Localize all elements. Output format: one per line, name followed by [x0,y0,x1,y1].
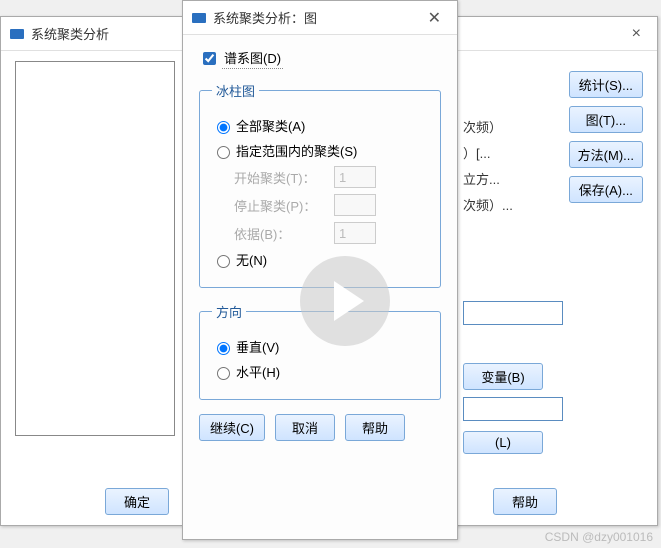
app-icon [9,26,25,42]
dialog-title: 系统聚类分析：图 [213,8,420,27]
method-button[interactable]: 方法(M)... [569,141,643,168]
play-overlay-icon[interactable] [300,256,390,346]
plot-button[interactable]: 图(T)... [569,106,643,133]
icicle-none-radio[interactable] [217,255,230,268]
icicle-legend: 冰柱图 [212,81,259,100]
dialog-titlebar: 系统聚类分析：图 ✕ [183,1,457,35]
stats-button[interactable]: 统计(S)... [569,71,643,98]
variable-list[interactable] [15,61,175,436]
stop-label: 停止聚类(P)： [234,196,334,215]
field-box-1[interactable] [463,301,563,325]
icicle-range-radio[interactable] [217,146,230,159]
list-item: ）[... [463,143,490,162]
play-triangle-icon [334,281,364,321]
horizontal-radio[interactable] [217,367,230,380]
main-bottom-buttons: 确定 [105,488,169,515]
label-button[interactable]: (L) [463,431,543,454]
dialog-icon [191,10,207,26]
icicle-none-label: 无(N) [236,250,267,269]
stop-cluster-row: 停止聚类(P)： [234,194,428,216]
icicle-range-row[interactable]: 指定范围内的聚类(S) [212,141,428,160]
dialog-button-row: 继续(C) 取消 帮助 [199,414,441,441]
icicle-all-label: 全部聚类(A) [236,116,305,135]
icicle-all-radio[interactable] [217,121,230,134]
orientation-vertical-row[interactable]: 垂直(V) [212,337,428,356]
list-item: 立方... [463,169,500,188]
start-input [334,166,376,188]
icicle-fieldset: 冰柱图 全部聚类(A) 指定范围内的聚类(S) 开始聚类(T)： 停止聚类(P)… [199,81,441,288]
right-button-column: 统计(S)... 图(T)... 方法(M)... 保存(A)... [569,71,643,203]
icicle-range-label: 指定范围内的聚类(S) [236,141,357,160]
dialog-body: 谱系图(D) 冰柱图 全部聚类(A) 指定范围内的聚类(S) 开始聚类(T)： … [183,35,457,453]
vertical-radio[interactable] [217,342,230,355]
stop-input [334,194,376,216]
orientation-legend: 方向 [212,302,246,321]
start-label: 开始聚类(T)： [234,168,334,187]
by-label: 依据(B)： [234,224,334,243]
icicle-all-row[interactable]: 全部聚类(A) [212,116,428,135]
dendrogram-label: 谱系图(D) [222,47,283,69]
list-item: 次频）... [463,195,513,214]
orientation-horizontal-row[interactable]: 水平(H) [212,362,428,381]
main-help-button[interactable]: 帮助 [493,488,557,515]
dialog-help-button[interactable]: 帮助 [345,414,405,441]
dendrogram-checkbox[interactable] [203,52,216,65]
horizontal-label: 水平(H) [236,362,280,381]
ok-button[interactable]: 确定 [105,488,169,515]
field-box-2[interactable] [463,397,563,421]
by-cluster-row: 依据(B)： [234,222,428,244]
dendrogram-row[interactable]: 谱系图(D) [199,47,441,69]
variable-button[interactable]: 变量(B) [463,363,543,390]
dialog-close-icon[interactable]: ✕ [420,6,449,30]
save-button[interactable]: 保存(A)... [569,176,643,203]
by-input [334,222,376,244]
vertical-label: 垂直(V) [236,337,279,356]
watermark: CSDN @dzy001016 [545,530,653,544]
list-item: 次频） [463,117,502,136]
cancel-button[interactable]: 取消 [275,414,335,441]
main-close-icon[interactable]: × [624,23,649,45]
continue-button[interactable]: 继续(C) [199,414,265,441]
start-cluster-row: 开始聚类(T)： [234,166,428,188]
